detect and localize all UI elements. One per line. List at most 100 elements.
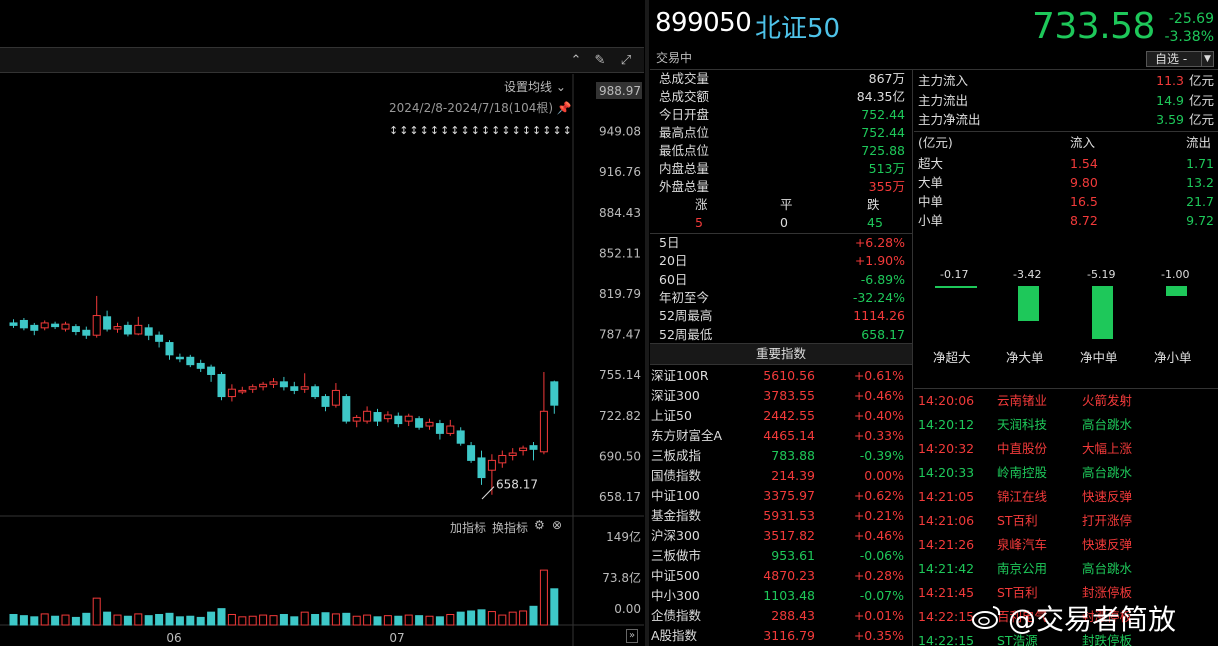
volume-bar xyxy=(51,615,60,626)
stat-label: 内盘总量 xyxy=(659,161,710,176)
candle-body xyxy=(383,414,392,420)
stat-row: 今日开盘 752.44 xyxy=(659,106,905,124)
volume-bar xyxy=(103,611,112,626)
panel-splitter[interactable] xyxy=(645,0,649,646)
volume-bar xyxy=(508,611,517,626)
index-row[interactable]: 三板做市 953.61 -0.06% xyxy=(651,547,909,565)
change-percent: -3.38% xyxy=(1164,29,1214,45)
stat-row: 总成交额 84.35亿 xyxy=(659,88,905,106)
flow-table-in: 1.54 xyxy=(1070,156,1098,171)
volume-bar xyxy=(425,615,434,626)
volume-bar xyxy=(467,610,476,626)
volume-bar xyxy=(415,615,424,626)
flow-table-label: 小单 xyxy=(918,213,944,228)
index-price: 3116.79 xyxy=(763,628,815,643)
net-flow-value: -5.19 xyxy=(1087,268,1116,281)
alert-row[interactable]: 14:21:05 锦江在线 快速反弹 xyxy=(918,488,1214,506)
index-price: 1103.48 xyxy=(763,588,815,603)
main-flow-number: 14.9 xyxy=(1156,92,1184,108)
alert-time: 14:22:15 xyxy=(918,633,975,646)
kline-svg[interactable]: 988.97 949.08 916.76 884.43 852.11 819.79 787.… xyxy=(0,0,644,646)
volume-bar xyxy=(404,614,413,626)
alert-row[interactable]: 14:20:12 天润科技 高台跳水 xyxy=(918,416,1214,434)
index-name: 中证500 xyxy=(651,568,700,583)
switch-indicator-button[interactable]: 换指标 xyxy=(492,519,528,536)
index-price: 3783.55 xyxy=(763,388,815,403)
index-row[interactable]: 中小300 1103.48 -0.07% xyxy=(651,587,909,605)
index-row[interactable]: 东方财富全A 4465.14 +0.33% xyxy=(651,427,909,445)
close-icon[interactable]: ⊗ xyxy=(552,518,562,532)
watchlist-select[interactable]: 自选 - ▼ xyxy=(1146,51,1214,67)
stat-value: 867万 xyxy=(868,71,905,86)
pin-icon[interactable]: 📌 xyxy=(557,101,572,115)
flow-table-out: 21.7 xyxy=(1186,194,1214,209)
gear-icon[interactable]: ⚙ xyxy=(534,518,545,532)
index-list-panel: 重要指数 深证100R 5610.56 +0.61% 深证300 3783.55 +0.4… xyxy=(650,343,912,646)
weibo-logo-icon xyxy=(972,606,1001,629)
index-row[interactable]: 企债指数 288.43 +0.01% xyxy=(651,607,909,625)
index-row[interactable]: 沪深300 3517.82 +0.46% xyxy=(651,527,909,545)
stock-code: 899050 xyxy=(655,8,752,38)
net-flow-bar xyxy=(935,286,977,288)
last-price: 733.58 xyxy=(1032,6,1155,47)
expand-icon[interactable]: » xyxy=(626,629,639,643)
alert-row[interactable]: 14:20:32 中直股份 大幅上涨 xyxy=(918,440,1214,458)
breadth-header: 涨 xyxy=(695,197,708,212)
set-ma-button[interactable]: 设置均线 ⌄ xyxy=(504,78,566,95)
index-row[interactable]: 中证100 3375.97 +0.62% xyxy=(651,487,909,505)
candle-body xyxy=(165,342,174,356)
stat-value: 84.35亿 xyxy=(856,89,905,104)
volume-bar xyxy=(550,588,559,626)
candle-body xyxy=(508,452,517,456)
date-range-text: 2024/2/8-2024/7/18(104根) xyxy=(389,101,554,115)
breadth-value: 5 xyxy=(695,215,703,230)
index-row[interactable]: 基金指数 5931.53 +0.21% xyxy=(651,507,909,525)
index-row[interactable]: 深证100R 5610.56 +0.61% xyxy=(651,367,909,385)
alert-row[interactable]: 14:20:06 云南锗业 火箭发射 xyxy=(918,392,1214,410)
candle-body xyxy=(321,396,330,407)
index-name: 三板做市 xyxy=(651,548,702,563)
candle-body xyxy=(196,362,205,369)
index-change-pct: +0.33% xyxy=(853,428,904,443)
flow-table-header: 流出 xyxy=(1186,135,1212,150)
alert-row[interactable]: 14:21:26 泉峰汽车 快速反弹 xyxy=(918,536,1214,554)
net-flow-value: -0.17 xyxy=(940,268,969,281)
index-price: 5610.56 xyxy=(763,368,815,383)
volume-bar xyxy=(498,614,507,626)
flow-table-out: 13.2 xyxy=(1186,175,1214,190)
index-row[interactable]: 深证300 3783.55 +0.46% xyxy=(651,387,909,405)
set-ma-label: 设置均线 xyxy=(504,80,553,94)
index-name: 中证100 xyxy=(651,488,700,503)
volume-bar xyxy=(165,612,174,626)
index-name: 中小300 xyxy=(651,588,700,603)
stock-name: 北证50 xyxy=(755,14,841,44)
index-change-pct: 0.00% xyxy=(864,468,904,483)
index-row[interactable]: 中证500 4870.23 +0.28% xyxy=(651,567,909,585)
volume-bar xyxy=(144,615,153,626)
stats-panel: 总成交量 867万 总成交额 84.35亿 今日开盘 752.44 最高点位 752.44 最低… xyxy=(650,70,912,342)
candle-body xyxy=(123,324,132,335)
index-row[interactable]: 国债指数 214.39 0.00% xyxy=(651,467,909,485)
event-markers[interactable]: ↕↕↕↕↕↕↕↕↕↕↕↕↕↕↕↕↕↕ xyxy=(389,124,573,137)
alert-stock: 天润科技 xyxy=(997,417,1048,432)
net-flow-label: 净中单 xyxy=(1080,350,1118,365)
candle-body xyxy=(92,315,101,336)
alert-time: 14:21:05 xyxy=(918,489,975,504)
volume-bar xyxy=(311,613,320,626)
price-axis-label: 884.43 xyxy=(599,206,641,220)
price-axis-label: 916.76 xyxy=(599,165,641,179)
price-axis-label: 658.17 xyxy=(599,490,641,504)
alert-row[interactable]: 14:21:42 南京公用 高台跳水 xyxy=(918,560,1214,578)
index-row[interactable]: 上证50 2442.55 +0.40% xyxy=(651,407,909,425)
candle-body xyxy=(550,381,559,406)
alert-time: 14:21:26 xyxy=(918,537,975,552)
add-indicator-button[interactable]: 加指标 xyxy=(450,519,486,536)
alert-row[interactable]: 14:20:33 岭南控股 高台跳水 xyxy=(918,464,1214,482)
volume-bar xyxy=(539,569,548,626)
main-flow-unit: 亿元 xyxy=(1188,92,1214,108)
index-row[interactable]: A股指数 3116.79 +0.35% xyxy=(651,627,909,645)
index-row[interactable]: 三板成指 783.88 -0.39% xyxy=(651,447,909,465)
alert-row[interactable]: 14:21:06 ST百利 打开涨停 xyxy=(918,512,1214,530)
kline-chart-panel[interactable]: ⌃ ✎ ⤢ 988.97 949.08 916.76 884.43 852.11 819.… xyxy=(0,0,644,646)
alert-stock: 锦江在线 xyxy=(997,489,1048,504)
